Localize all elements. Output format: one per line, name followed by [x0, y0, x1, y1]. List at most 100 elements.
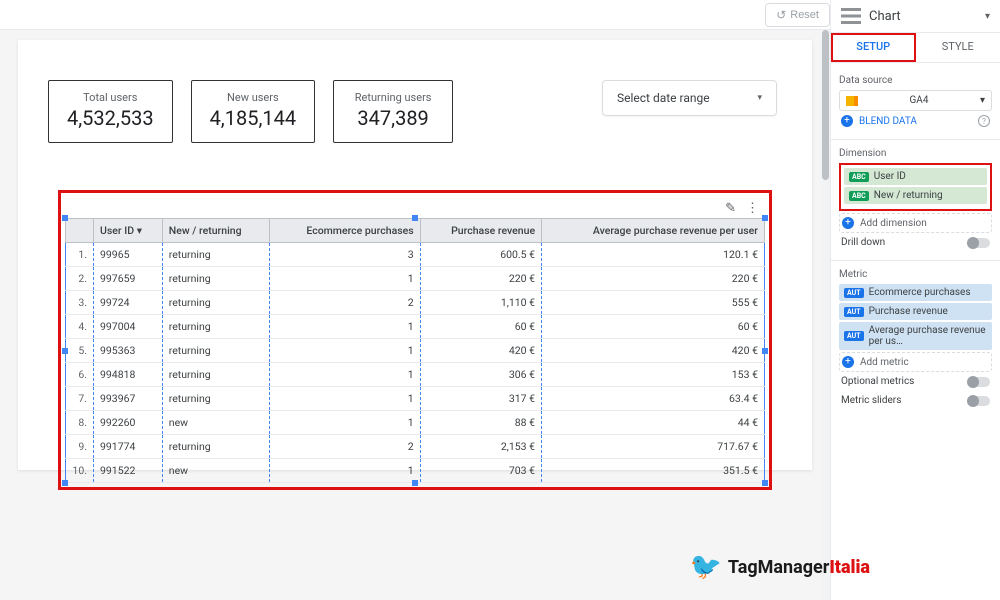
col-user-id[interactable]: User ID ▾ [94, 219, 163, 243]
table-row[interactable]: 9.991774returning22,153 €717.67 € [66, 435, 765, 459]
resize-handle[interactable] [762, 215, 768, 221]
col-avg[interactable]: Average purchase revenue per user [542, 219, 765, 243]
chevron-down-icon: ▾ [757, 93, 762, 103]
cell-avg: 153 € [542, 363, 765, 387]
blend-data-button[interactable]: + BLEND DATA ? [839, 111, 992, 131]
row-index: 1. [66, 243, 94, 267]
panel-header[interactable]: Chart ▾ [831, 0, 1000, 33]
table-row[interactable]: 10.991522new1703 €351.5 € [66, 459, 765, 483]
resize-handle[interactable] [762, 348, 768, 354]
scorecard-value: 4,185,144 [210, 106, 297, 130]
cell-avg: 60 € [542, 315, 765, 339]
cell-revenue: 220 € [420, 267, 541, 291]
data-table: User ID ▾ New / returning Ecommerce purc… [65, 218, 765, 483]
help-icon[interactable]: ? [978, 115, 990, 127]
optional-metrics-toggle[interactable] [968, 377, 990, 387]
resize-handle[interactable] [412, 215, 418, 221]
woodpecker-icon: 🐦 [690, 552, 722, 582]
canvas-scrollbar[interactable] [821, 30, 830, 600]
metric-sliders-label: Metric sliders [841, 395, 901, 406]
auto-type-icon: AUT [844, 331, 864, 341]
table-row[interactable]: 3.99724returning21,110 €555 € [66, 291, 765, 315]
scorecard-total-users[interactable]: Total users 4,532,533 [48, 80, 173, 143]
resize-handle[interactable] [762, 480, 768, 486]
cell-segment: new [162, 411, 269, 435]
cell-purchases: 1 [270, 459, 421, 483]
cell-segment: returning [162, 291, 269, 315]
auto-type-icon: AUT [844, 307, 864, 317]
section-metric: Metric [839, 269, 992, 280]
cell-purchases: 1 [270, 363, 421, 387]
pencil-icon[interactable]: ✎ [725, 201, 736, 216]
row-index: 6. [66, 363, 94, 387]
plus-icon: + [842, 217, 854, 229]
optional-metrics-row: Optional metrics [839, 372, 992, 391]
tab-setup[interactable]: SETUP [831, 33, 916, 62]
cell-purchases: 1 [270, 315, 421, 339]
auto-type-icon: AUT [844, 288, 864, 298]
chevron-down-icon: ▾ [980, 95, 985, 106]
table-row[interactable]: 1.99965returning3600.5 €120.1 € [66, 243, 765, 267]
cell-segment: returning [162, 339, 269, 363]
report-page[interactable]: Total users 4,532,533 New users 4,185,14… [18, 40, 812, 470]
cell-avg: 555 € [542, 291, 765, 315]
resize-handle[interactable] [62, 215, 68, 221]
reset-label: Reset [790, 9, 819, 21]
add-metric-button[interactable]: + Add metric [839, 352, 992, 372]
scorecard-label: Total users [67, 91, 154, 104]
table-chart[interactable]: User ID ▾ New / returning Ecommerce purc… [65, 218, 765, 483]
scorecard-returning-users[interactable]: Returning users 347,389 [333, 80, 453, 143]
resize-handle[interactable] [412, 480, 418, 486]
table-row[interactable]: 4.997004returning160 €60 € [66, 315, 765, 339]
panel-tabs: SETUP STYLE [831, 33, 1000, 63]
metric-chip[interactable]: AUT Purchase revenue [839, 303, 992, 320]
row-index: 3. [66, 291, 94, 315]
cell-user-id: 99965 [94, 243, 163, 267]
date-range-selector[interactable]: Select date range ▾ [602, 80, 777, 116]
scrollbar-thumb[interactable] [822, 30, 829, 180]
scorecard-label: Returning users [352, 91, 434, 104]
ga4-icon [846, 96, 858, 106]
reset-button[interactable]: ↺ Reset [765, 3, 830, 27]
cell-avg: 351.5 € [542, 459, 765, 483]
metric-sliders-toggle[interactable] [968, 396, 990, 406]
resize-handle[interactable] [62, 348, 68, 354]
table-row[interactable]: 2.997659returning1220 €220 € [66, 267, 765, 291]
resize-handle[interactable] [62, 480, 68, 486]
col-segment[interactable]: New / returning [162, 219, 269, 243]
col-index [66, 219, 94, 243]
tab-style[interactable]: STYLE [916, 33, 1000, 62]
row-index: 9. [66, 435, 94, 459]
add-dimension-button[interactable]: + Add dimension [839, 213, 992, 233]
cell-avg: 717.67 € [542, 435, 765, 459]
dimension-chip[interactable]: ABC New / returning [844, 187, 987, 204]
more-icon[interactable]: ⋮ [746, 201, 759, 216]
table-row[interactable]: 5.995363returning1420 €420 € [66, 339, 765, 363]
cell-revenue: 420 € [420, 339, 541, 363]
dimension-chip[interactable]: ABC User ID [844, 168, 987, 185]
table-row[interactable]: 7.993967returning1317 €63.4 € [66, 387, 765, 411]
table-row[interactable]: 6.994818returning1306 €153 € [66, 363, 765, 387]
section-dimension: Dimension [839, 148, 992, 159]
cell-revenue: 600.5 € [420, 243, 541, 267]
metric-chip[interactable]: AUT Average purchase revenue per us… [839, 322, 992, 350]
sort-desc-icon: ▾ [137, 224, 142, 237]
col-purchases[interactable]: Ecommerce purchases [270, 219, 421, 243]
cell-purchases: 3 [270, 243, 421, 267]
col-revenue[interactable]: Purchase revenue [420, 219, 541, 243]
scorecard-new-users[interactable]: New users 4,185,144 [191, 80, 316, 143]
chevron-down-icon: ▾ [985, 11, 990, 22]
plus-icon: + [841, 115, 853, 127]
cell-revenue: 306 € [420, 363, 541, 387]
chip-label: Ecommerce purchases [869, 287, 971, 298]
table-row[interactable]: 8.992260new188 €44 € [66, 411, 765, 435]
cell-avg: 120.1 € [542, 243, 765, 267]
row-index: 8. [66, 411, 94, 435]
drill-down-toggle[interactable] [968, 238, 990, 248]
metric-chip[interactable]: AUT Ecommerce purchases [839, 284, 992, 301]
data-source-selector[interactable]: GA4 ▾ [839, 90, 992, 111]
cell-avg: 63.4 € [542, 387, 765, 411]
cell-segment: returning [162, 435, 269, 459]
cell-segment: returning [162, 243, 269, 267]
chip-label: Purchase revenue [869, 306, 948, 317]
